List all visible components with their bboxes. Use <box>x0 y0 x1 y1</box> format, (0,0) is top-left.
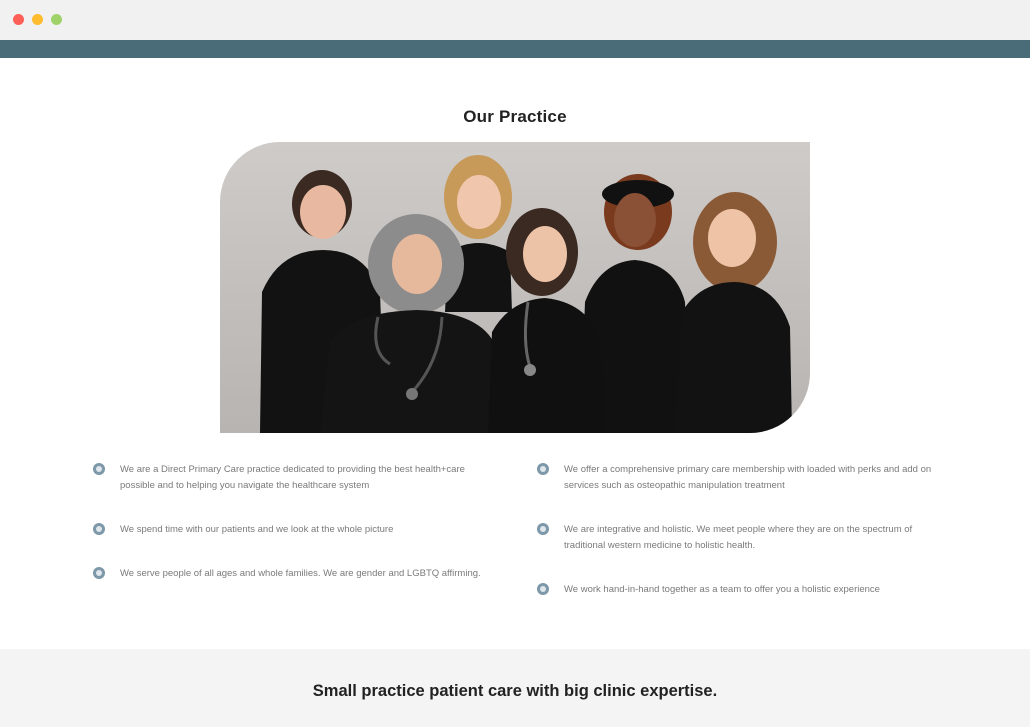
gear-bullet-icon <box>93 463 105 475</box>
team-photo-illustration <box>260 155 792 433</box>
minimize-window-button[interactable] <box>32 14 43 25</box>
person-4 <box>488 208 605 433</box>
gear-bullet-icon <box>93 567 105 579</box>
feature-text: We work hand-in-hand together as a team … <box>564 584 880 595</box>
feature-text: We are integrative and holistic. We meet… <box>564 524 913 551</box>
feature-text: We spend time with our patients and we l… <box>120 524 394 535</box>
feature-text: We serve people of all ages and whole fa… <box>120 568 481 579</box>
feature-text: We offer a comprehensive primary care me… <box>564 464 932 491</box>
team-photo <box>220 142 810 433</box>
person-6 <box>675 192 792 433</box>
feature-text: We are a Direct Primary Care practice de… <box>120 464 465 491</box>
site-header-bar <box>0 40 1030 58</box>
tagline: Small practice patient care with big cli… <box>312 682 718 700</box>
browser-chrome <box>0 0 1030 40</box>
gear-bullet-icon <box>93 523 105 535</box>
gear-bullet-icon <box>537 463 549 475</box>
gear-bullet-icon <box>537 583 549 595</box>
section-title: Our Practice <box>463 107 567 126</box>
close-window-button[interactable] <box>13 14 24 25</box>
gear-bullet-icon <box>537 523 549 535</box>
zoom-window-button[interactable] <box>51 14 62 25</box>
